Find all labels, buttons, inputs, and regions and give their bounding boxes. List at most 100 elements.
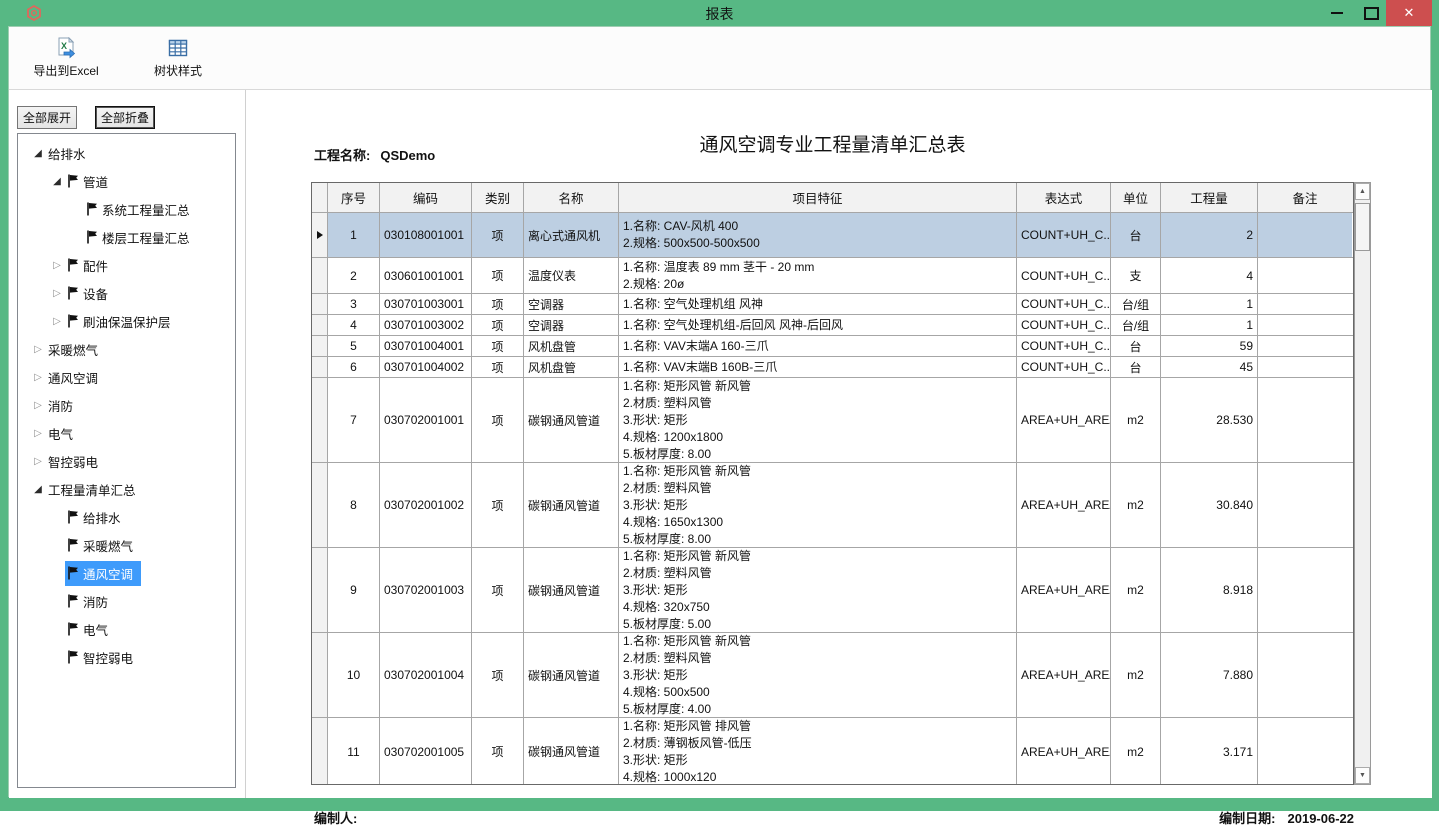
tree-style-label: 树状样式	[154, 62, 202, 79]
features-cell: 1.名称: CAV-风机 400 2.规格: 500x500-500x500	[619, 213, 1017, 257]
tree-item-电气[interactable]: ▷电气	[18, 419, 235, 447]
seq-cell: 5	[328, 336, 380, 356]
tree-item-电气[interactable]: 电气	[18, 615, 235, 643]
tree-item-工程量清单汇总[interactable]: ◢工程量清单汇总	[18, 475, 235, 503]
column-header-7[interactable]: 单位	[1111, 183, 1161, 212]
tree-item-通风空调[interactable]: ▷通风空调	[18, 363, 235, 391]
collapse-all-button[interactable]: 全部折叠	[95, 106, 155, 129]
quantity-cell: 8.918	[1161, 548, 1258, 632]
expander-collapsed-icon[interactable]: ▷	[49, 288, 65, 299]
export-excel-label: 导出到Excel	[33, 62, 98, 79]
tree-item-采暖燃气[interactable]: ▷采暖燃气	[18, 335, 235, 363]
table-row-4[interactable]: 4030701003002项空调器1.名称: 空气处理机组-后回风 风神-后回风…	[312, 315, 1353, 336]
minimize-button[interactable]	[1322, 0, 1352, 26]
maximize-icon	[1364, 7, 1379, 20]
tree-item-content: 管道	[65, 169, 116, 194]
tree-item-设备[interactable]: ▷设备	[18, 279, 235, 307]
table-vertical-scrollbar[interactable]: ▲ ▼	[1354, 182, 1371, 785]
report-tree: ◢给排水◢管道系统工程量汇总楼层工程量汇总▷配件▷设备▷刷油保温保护层▷采暖燃气…	[17, 133, 236, 788]
table-row-2[interactable]: 2030601001001项温度仪表1.名称: 温度表 89 mm 茎干 - 2…	[312, 258, 1353, 294]
svg-text:X: X	[61, 41, 67, 51]
seq-cell: 3	[328, 294, 380, 314]
tree-item-content: 给排水	[65, 505, 129, 530]
table-row-8[interactable]: 8030702001002项碳钢通风管道1.名称: 矩形风管 新风管 2.材质:…	[312, 463, 1353, 548]
column-header-1[interactable]: 序号	[328, 183, 380, 212]
column-header-5[interactable]: 项目特征	[619, 183, 1017, 212]
seq-cell: 4	[328, 315, 380, 335]
expander-collapsed-icon[interactable]: ▷	[30, 456, 46, 467]
tree-item-刷油保温保护层[interactable]: ▷刷油保温保护层	[18, 307, 235, 335]
table-row-9[interactable]: 9030702001003项碳钢通风管道1.名称: 矩形风管 新风管 2.材质:…	[312, 548, 1353, 633]
tree-item-消防[interactable]: ▷消防	[18, 391, 235, 419]
scroll-up-button[interactable]: ▲	[1355, 183, 1370, 200]
seq-cell: 11	[328, 718, 380, 785]
maximize-button[interactable]	[1356, 0, 1386, 26]
column-header-4[interactable]: 名称	[524, 183, 619, 212]
table-row-3[interactable]: 3030701003001项空调器1.名称: 空气处理机组 风神COUNT+UH…	[312, 294, 1353, 315]
features-cell: 1.名称: 矩形风管 新风管 2.材质: 塑料风管 3.形状: 矩形 4.规格:…	[619, 548, 1017, 632]
features-text: 1.名称: 矩形风管 排风管 2.材质: 薄钢板风管-低压 3.形状: 矩形 4…	[623, 718, 752, 785]
column-header-3[interactable]: 类别	[472, 183, 524, 212]
table-row-7[interactable]: 7030702001001项碳钢通风管道1.名称: 矩形风管 新风管 2.材质:…	[312, 378, 1353, 463]
close-button[interactable]: ✕	[1386, 0, 1432, 26]
tree-item-智控弱电[interactable]: 智控弱电	[18, 643, 235, 671]
table-row-6[interactable]: 6030701004002项风机盘管1.名称: VAV末端B 160B-三爪CO…	[312, 357, 1353, 378]
row-indicator-cell	[312, 258, 328, 293]
column-header-9[interactable]: 备注	[1258, 183, 1352, 212]
tree-item-label: 给排水	[48, 144, 86, 163]
unit-cell: 台	[1111, 213, 1161, 257]
expression-cell: AREA+UH_AREA	[1017, 633, 1111, 717]
tree-item-管道[interactable]: ◢管道	[18, 167, 235, 195]
current-row-arrow-icon	[317, 231, 323, 239]
tree-item-楼层工程量汇总[interactable]: 楼层工程量汇总	[18, 223, 235, 251]
seq-cell: 6	[328, 357, 380, 377]
table-row-1[interactable]: 1030108001001项离心式通风机1.名称: CAV-风机 400 2.规…	[312, 213, 1353, 258]
tree-item-content: 给排水	[46, 141, 94, 166]
tree-item-通风空调[interactable]: 通风空调	[18, 559, 235, 587]
tree-item-智控弱电[interactable]: ▷智控弱电	[18, 447, 235, 475]
tree-item-消防[interactable]: 消防	[18, 587, 235, 615]
expander-collapsed-icon[interactable]: ▷	[49, 260, 65, 271]
scroll-up-icon: ▲	[1359, 188, 1366, 195]
scroll-down-button[interactable]: ▼	[1355, 767, 1370, 784]
features-text: 1.名称: 矩形风管 新风管 2.材质: 塑料风管 3.形状: 矩形 4.规格:…	[623, 463, 751, 547]
unit-cell: 台	[1111, 336, 1161, 356]
tree-item-给排水[interactable]: ◢给排水	[18, 139, 235, 167]
tree-item-content: 电气	[46, 421, 81, 446]
tree-style-button[interactable]: 树状样式	[135, 37, 221, 79]
type-cell: 项	[472, 357, 524, 377]
tree-item-采暖燃气[interactable]: 采暖燃气	[18, 531, 235, 559]
tree-item-系统工程量汇总[interactable]: 系统工程量汇总	[18, 195, 235, 223]
table-row-10[interactable]: 10030702001004项碳钢通风管道1.名称: 矩形风管 新风管 2.材质…	[312, 633, 1353, 718]
type-cell: 项	[472, 548, 524, 632]
tree-item-content: 配件	[65, 253, 116, 278]
expander-collapsed-icon[interactable]: ▷	[49, 316, 65, 327]
column-header-6[interactable]: 表达式	[1017, 183, 1111, 212]
column-header-2[interactable]: 编码	[380, 183, 472, 212]
expander-expanded-icon[interactable]: ◢	[49, 176, 65, 187]
tree-item-配件[interactable]: ▷配件	[18, 251, 235, 279]
expression-cell: COUNT+UH_C...	[1017, 315, 1111, 335]
expander-collapsed-icon[interactable]: ▷	[30, 428, 46, 439]
table-header-row: 序号编码类别名称项目特征表达式单位工程量备注	[312, 183, 1353, 213]
expander-expanded-icon[interactable]: ◢	[30, 148, 46, 159]
excel-export-icon: X	[55, 37, 77, 59]
tree-item-给排水[interactable]: 给排水	[18, 503, 235, 531]
expander-collapsed-icon[interactable]: ▷	[30, 372, 46, 383]
export-excel-button[interactable]: X 导出到Excel	[23, 37, 109, 79]
features-cell: 1.名称: VAV末端B 160B-三爪	[619, 357, 1017, 377]
scrollbar-thumb[interactable]	[1355, 203, 1370, 251]
column-header-8[interactable]: 工程量	[1161, 183, 1258, 212]
table-row-5[interactable]: 5030701004001项风机盘管1.名称: VAV末端A 160-三爪COU…	[312, 336, 1353, 357]
expander-collapsed-icon[interactable]: ▷	[30, 400, 46, 411]
features-cell: 1.名称: 矩形风管 新风管 2.材质: 塑料风管 3.形状: 矩形 4.规格:…	[619, 463, 1017, 547]
unit-cell: m2	[1111, 718, 1161, 785]
row-indicator-cell	[312, 378, 328, 462]
row-indicator-header	[312, 183, 328, 212]
window-title: 报表	[0, 4, 1439, 24]
expander-expanded-icon[interactable]: ◢	[30, 484, 46, 495]
quantity-cell: 1	[1161, 315, 1258, 335]
expand-all-button[interactable]: 全部展开	[17, 106, 77, 129]
table-row-11[interactable]: 11030702001005项碳钢通风管道1.名称: 矩形风管 排风管 2.材质…	[312, 718, 1353, 785]
expander-collapsed-icon[interactable]: ▷	[30, 344, 46, 355]
